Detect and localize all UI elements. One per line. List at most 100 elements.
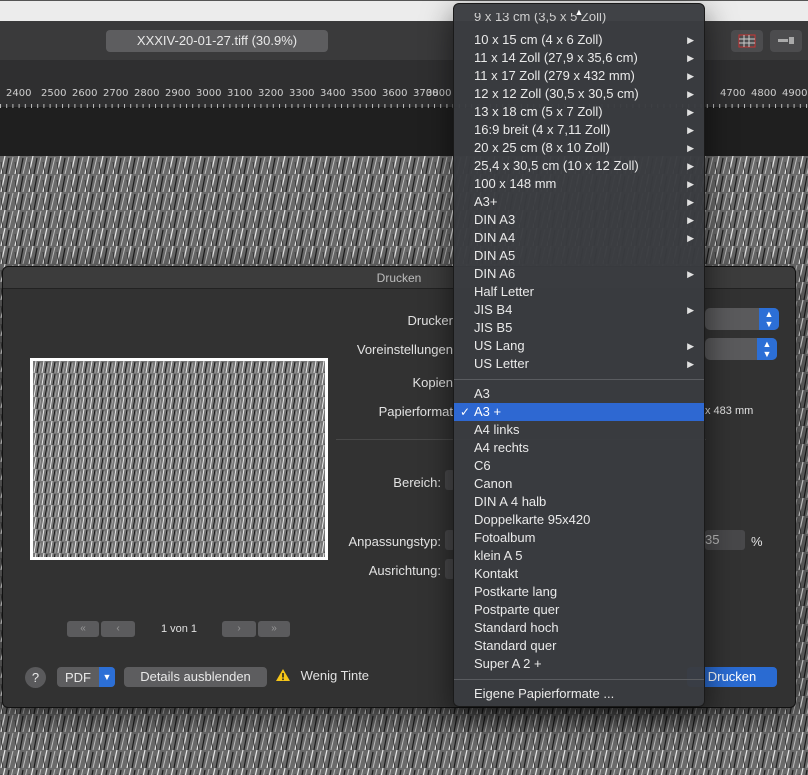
menu-item-label: DIN A6 bbox=[474, 266, 516, 281]
print-preview bbox=[30, 358, 328, 560]
menu-item[interactable]: 16:9 breit (4 x 7,11 Zoll) ▶ bbox=[454, 121, 704, 139]
warning-icon bbox=[276, 669, 290, 681]
panel-icon bbox=[778, 37, 794, 44]
menu-item-label: 12 x 12 Zoll (30,5 x 30,5 cm) bbox=[474, 86, 639, 101]
menu-item-label: Kontakt bbox=[474, 566, 519, 581]
last-page-button[interactable]: » bbox=[258, 621, 290, 637]
menu-item[interactable]: 25,4 x 30,5 cm (10 x 12 Zoll) ▶ bbox=[454, 157, 704, 175]
first-page-button[interactable]: « bbox=[67, 621, 99, 637]
menu-item[interactable]: Canon bbox=[454, 475, 704, 493]
menu-item[interactable]: C6 bbox=[454, 457, 704, 475]
menu-item[interactable]: A4 rechts bbox=[454, 439, 704, 457]
scaling-type-label: Anpassungstyp: bbox=[348, 534, 441, 549]
menu-item[interactable]: 10 x 15 cm (4 x 6 Zoll) ▶ bbox=[454, 31, 704, 49]
pdf-menu-button[interactable]: PDF ▼ bbox=[57, 667, 115, 687]
scale-input[interactable]: 35 bbox=[705, 530, 745, 550]
submenu-arrow-icon: ▶ bbox=[687, 107, 694, 117]
menu-item[interactable]: Kontakt bbox=[454, 565, 704, 583]
menu-item[interactable]: 11 x 17 Zoll (279 x 432 mm) ▶ bbox=[454, 67, 704, 85]
menu-item[interactable]: US Letter ▶ bbox=[454, 355, 704, 373]
ruler-label: 3500 bbox=[351, 88, 377, 99]
manage-custom-sizes-item[interactable]: Eigene Papierformate ... bbox=[454, 685, 704, 703]
low-ink-warning: Wenig Tinte bbox=[275, 668, 369, 683]
ruler-label: 4800 bbox=[751, 88, 777, 99]
menu-item[interactable]: 12 x 12 Zoll (30,5 x 30,5 cm) ▶ bbox=[454, 85, 704, 103]
help-button[interactable]: ? bbox=[25, 667, 46, 688]
menu-item[interactable]: DIN A5 bbox=[454, 247, 704, 265]
menu-item[interactable]: A3 bbox=[454, 385, 704, 403]
menu-item[interactable]: klein A 5 bbox=[454, 547, 704, 565]
menu-item[interactable]: DIN A6 ▶ bbox=[454, 265, 704, 283]
menu-item[interactable]: 13 x 18 cm (5 x 7 Zoll) ▶ bbox=[454, 103, 704, 121]
menu-item-label: Half Letter bbox=[474, 284, 534, 299]
menu-item-selected[interactable]: ✓ A3 + bbox=[454, 403, 704, 421]
menu-item[interactable]: 20 x 25 cm (8 x 10 Zoll) ▶ bbox=[454, 139, 704, 157]
ruler-label: 2700 bbox=[103, 88, 129, 99]
submenu-arrow-icon: ▶ bbox=[687, 53, 694, 63]
menu-item[interactable]: Postparte quer bbox=[454, 601, 704, 619]
menu-item[interactable]: JIS B4 ▶ bbox=[454, 301, 704, 319]
menu-item-label: Eigene Papierformate ... bbox=[474, 686, 615, 701]
menu-item[interactable]: US Lang ▶ bbox=[454, 337, 704, 355]
ruler-label: 2900 bbox=[165, 88, 191, 99]
printer-label: Drucker bbox=[407, 313, 453, 328]
ruler-label: 3000 bbox=[196, 88, 222, 99]
menu-item-label: DIN A3 bbox=[474, 212, 516, 227]
submenu-arrow-icon: ▶ bbox=[687, 215, 694, 225]
menu-item-label: A4 rechts bbox=[474, 440, 529, 455]
menu-item-label: US Lang bbox=[474, 338, 525, 353]
menu-separator bbox=[454, 679, 704, 680]
menu-item[interactable]: 11 x 14 Zoll (27,9 x 35,6 cm) ▶ bbox=[454, 49, 704, 67]
menu-item[interactable]: JIS B5 bbox=[454, 319, 704, 337]
menu-item[interactable]: Fotoalbum bbox=[454, 529, 704, 547]
hide-details-button[interactable]: Details ausblenden bbox=[124, 667, 267, 687]
menu-item[interactable]: A4 links bbox=[454, 421, 704, 439]
presets-popup[interactable]: ▲ ▼ bbox=[705, 338, 777, 360]
submenu-arrow-icon: ▶ bbox=[687, 35, 694, 45]
menu-item-label: Fotoalbum bbox=[474, 530, 536, 545]
menu-item-label: 10 x 15 cm (4 x 6 Zoll) bbox=[474, 32, 603, 47]
menu-item[interactable]: Half Letter bbox=[454, 283, 704, 301]
menu-item-label: Postparte quer bbox=[474, 602, 560, 617]
submenu-arrow-icon: ▶ bbox=[687, 125, 694, 135]
next-page-button[interactable]: › bbox=[222, 621, 256, 637]
menu-item-label: 9 x 13 cm (3,5 x 5 Zoll) bbox=[474, 13, 607, 24]
menu-item-label: 13 x 18 cm (5 x 7 Zoll) bbox=[474, 104, 603, 119]
panel-toggle-button[interactable] bbox=[770, 30, 802, 52]
menu-item-label: JIS B5 bbox=[474, 320, 513, 335]
previous-page-button[interactable]: ‹ bbox=[101, 621, 135, 637]
menu-item[interactable]: Postkarte lang bbox=[454, 583, 704, 601]
menu-item[interactable]: Doppelkarte 95x420 bbox=[454, 511, 704, 529]
chevron-updown-icon: ▲ ▼ bbox=[759, 308, 779, 330]
orientation-label: Ausrichtung: bbox=[368, 563, 441, 578]
page-count: 1 von 1 bbox=[160, 623, 198, 635]
menu-item-label: C6 bbox=[474, 458, 491, 473]
menu-item[interactable]: Super A 2 + bbox=[454, 655, 704, 673]
ruler-label: 3200 bbox=[258, 88, 284, 99]
menu-item-label: klein A 5 bbox=[474, 548, 523, 563]
menu-item[interactable]: Standard hoch bbox=[454, 619, 704, 637]
ruler-label: 2800 bbox=[134, 88, 160, 99]
submenu-arrow-icon: ▶ bbox=[687, 359, 694, 369]
menu-item-partial[interactable]: 9 x 13 cm (3,5 x 5 Zoll) bbox=[454, 13, 704, 25]
menu-item[interactable]: 100 x 148 mm ▶ bbox=[454, 175, 704, 193]
menu-item[interactable]: Standard quer bbox=[454, 637, 704, 655]
submenu-arrow-icon: ▶ bbox=[687, 71, 694, 81]
menu-item[interactable]: DIN A4 ▶ bbox=[454, 229, 704, 247]
grid-view-button[interactable] bbox=[731, 30, 763, 52]
menu-item[interactable]: DIN A 4 halb bbox=[454, 493, 704, 511]
printer-popup[interactable]: ▲ ▼ bbox=[705, 308, 779, 330]
menu-item-label: A3+ bbox=[474, 194, 498, 209]
document-title-tab[interactable]: XXXIV-20-01-27.tiff (30.9%) bbox=[106, 30, 328, 52]
ruler-label: 2400 bbox=[6, 88, 32, 99]
menu-item[interactable]: A3+ ▶ bbox=[454, 193, 704, 211]
menu-item[interactable]: DIN A3 ▶ bbox=[454, 211, 704, 229]
checkmark-icon: ✓ bbox=[460, 405, 471, 419]
warning-text: Wenig Tinte bbox=[300, 668, 370, 683]
submenu-arrow-icon: ▶ bbox=[687, 179, 694, 189]
menu-item-label: A3 + bbox=[474, 404, 502, 419]
menu-item-label: DIN A4 bbox=[474, 230, 516, 245]
preview-image bbox=[33, 361, 325, 557]
ruler-label: 3300 bbox=[289, 88, 315, 99]
menu-item-label: Doppelkarte 95x420 bbox=[474, 512, 591, 527]
